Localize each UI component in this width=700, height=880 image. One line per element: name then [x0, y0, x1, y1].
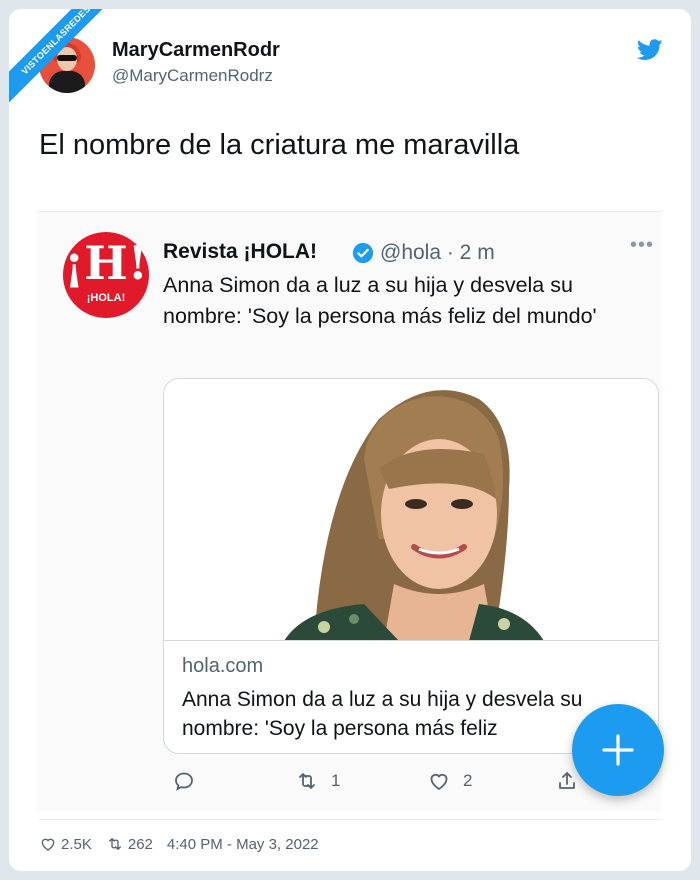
- retweet-icon: [108, 838, 121, 850]
- quoted-tweet[interactable]: ¡H! ¡HOLA! Revista ¡HOLA! @hola · 2 m ••…: [37, 211, 662, 811]
- like-count: 2: [463, 771, 473, 790]
- retweet-action[interactable]: 1: [295, 768, 340, 794]
- tweet-text: El nombre de la criatura me maravilla: [39, 129, 520, 161]
- author-name[interactable]: MaryCarmenRodr: [112, 39, 280, 62]
- plus-icon: [602, 734, 634, 766]
- author-handle[interactable]: @MaryCarmenRodrz: [112, 66, 273, 86]
- tweet-timestamp[interactable]: 4:40 PM - May 3, 2022: [167, 836, 319, 853]
- hola-logo-text: ¡HOLA!: [86, 292, 126, 304]
- reply-icon: [175, 772, 193, 791]
- heart-icon: [41, 838, 55, 851]
- footer-like-count: 2.5K: [61, 835, 92, 853]
- link-preview-card[interactable]: hola.com Anna Simon da a luz a su hija y…: [163, 378, 659, 754]
- compose-tweet-button[interactable]: [572, 704, 664, 796]
- tweet-card: VISTOENLASREDES MaryCarmenRodr @MaryCarm…: [9, 9, 691, 871]
- quoted-actions: 1 2: [37, 760, 662, 800]
- retweet-icon: [299, 773, 315, 789]
- twitter-bird-icon: [637, 39, 663, 60]
- reply-action[interactable]: [172, 768, 208, 794]
- hola-logo-mark: ¡H!: [64, 236, 148, 290]
- quoted-text: Anna Simon da a luz a su hija y desvela …: [163, 273, 597, 328]
- more-options-icon[interactable]: •••: [630, 234, 654, 257]
- article-photo: [164, 379, 658, 641]
- divider: [39, 819, 661, 820]
- footer-retweet-count: 262: [127, 835, 153, 853]
- quoted-author-name[interactable]: Revista ¡HOLA!: [163, 240, 317, 264]
- tweet-footer: 2.5K 262 4:40 PM - May 3, 2022: [39, 833, 319, 855]
- hola-logo[interactable]: ¡H! ¡HOLA!: [63, 232, 149, 318]
- heart-icon: [430, 773, 448, 791]
- like-action[interactable]: 2: [427, 768, 472, 794]
- verified-badge-icon: [352, 242, 374, 264]
- retweet-count: 1: [331, 771, 341, 790]
- quoted-handle-time: @hola · 2 m: [380, 241, 495, 264]
- link-domain: hola.com: [182, 655, 264, 677]
